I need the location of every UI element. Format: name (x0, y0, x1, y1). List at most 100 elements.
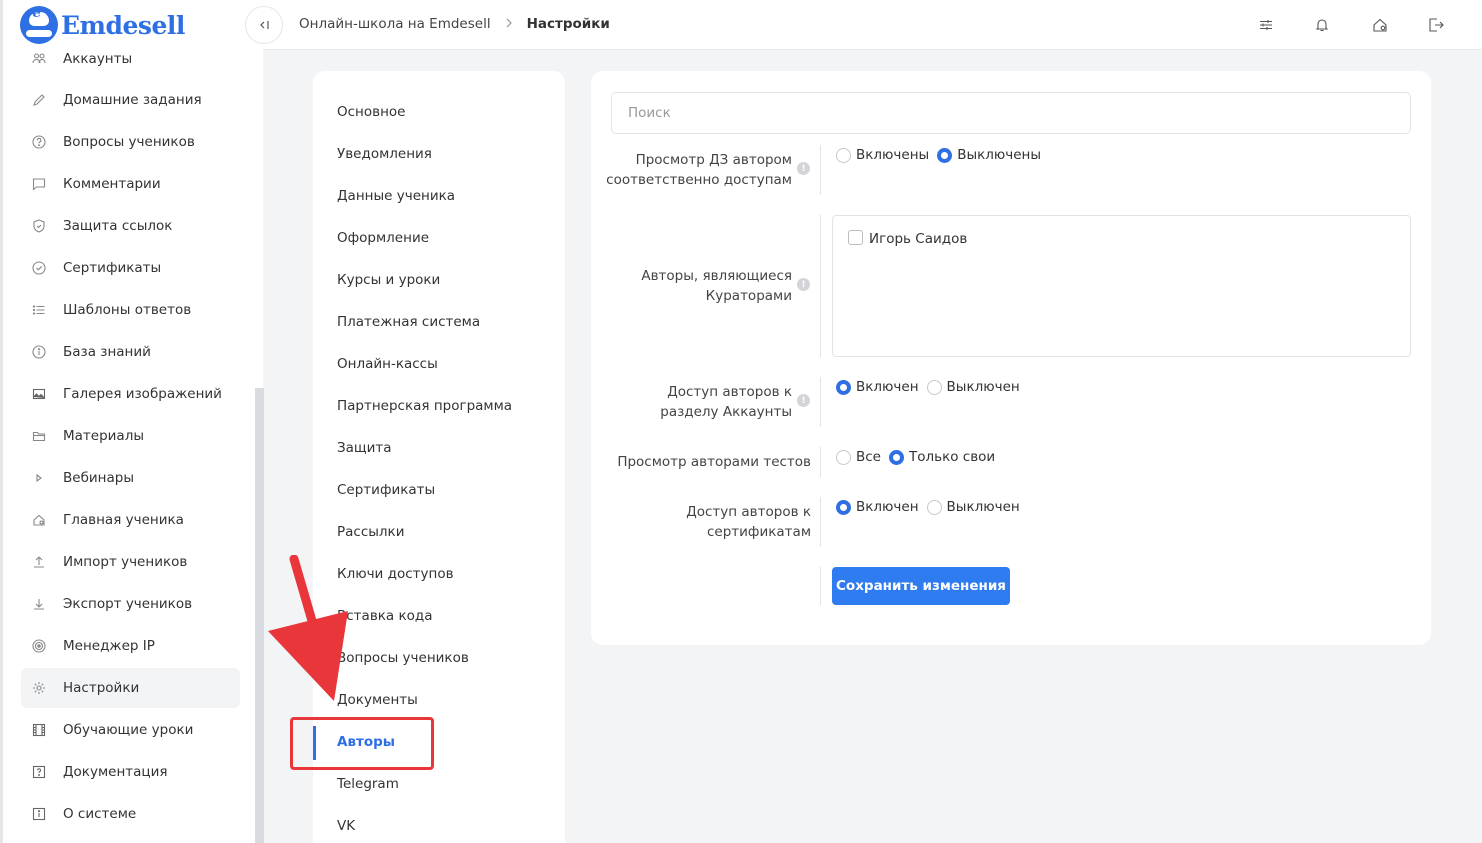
brand-name: Emdesell (61, 10, 185, 40)
image-icon (31, 386, 47, 402)
sidebar-item-tutorials[interactable]: Обучающие уроки (21, 710, 240, 750)
save-button[interactable]: Сохранить изменения (832, 567, 1010, 605)
question-circle-icon (31, 134, 47, 150)
sidebar-item-label: О системе (63, 806, 137, 822)
curators-label-line2: Кураторами (705, 288, 792, 304)
curators-label: Авторы, являющиеся Кураторами (591, 266, 792, 306)
sidebar-item-settings[interactable]: Настройки (21, 668, 240, 708)
sidebar-item-label: Сертификаты (63, 260, 162, 276)
check-circle-icon (31, 260, 47, 276)
accounts-access-on-label[interactable]: Включен (856, 379, 919, 395)
info-box-icon (31, 806, 47, 822)
sliders-icon[interactable] (1255, 14, 1277, 36)
gear-icon (31, 680, 47, 696)
breadcrumb: Онлайн-школа на Emdesell Настройки (299, 16, 610, 32)
sidebar: e Emdesell Аккаунты Домашние задания Воп… (0, 0, 264, 843)
settings-menu-item-mailings[interactable]: Рассылки (313, 512, 565, 552)
list-icon (31, 302, 47, 318)
home-icon (31, 512, 47, 528)
sidebar-item-label: База знаний (63, 344, 151, 360)
accounts-access-label-line2: разделу Аккаунты (660, 404, 792, 420)
hw-view-off-radio[interactable] (937, 147, 953, 163)
breadcrumb-separator (505, 17, 513, 31)
sidebar-item-image-gallery[interactable]: Галерея изображений (21, 374, 240, 414)
home-gear-icon[interactable] (1369, 14, 1391, 36)
author-name[interactable]: Игорь Саидов (869, 231, 967, 247)
hw-view-label: Просмотр ДЗ автором соответственно досту… (591, 150, 792, 190)
play-icon (31, 470, 47, 486)
row-divider (820, 497, 821, 547)
sidebar-item-import-students[interactable]: Импорт учеников (21, 542, 240, 582)
tests-view-all-label[interactable]: Все (856, 449, 881, 465)
settings-menu-item-payment[interactable]: Платежная система (313, 302, 565, 342)
tests-view-all-radio[interactable] (836, 449, 851, 465)
accounts-access-off-label[interactable]: Выключен (947, 379, 1020, 395)
sidebar-item-reply-templates[interactable]: Шаблоны ответов (21, 290, 240, 330)
curators-info-icon[interactable]: ! (797, 278, 810, 291)
shield-icon (31, 218, 47, 234)
sidebar-item-accounts[interactable]: Аккаунты (21, 38, 240, 80)
sidebar-item-knowledge-base[interactable]: База знаний (21, 332, 240, 372)
sidebar-item-documentation[interactable]: Документация (21, 752, 240, 792)
accounts-access-on-radio[interactable] (836, 379, 851, 395)
logout-icon[interactable] (1425, 14, 1447, 36)
hw-view-label-line1: Просмотр ДЗ автором (635, 152, 792, 168)
sidebar-item-link-protection[interactable]: Защита ссылок (21, 206, 240, 246)
settings-menu-item-general[interactable]: Основное (313, 92, 565, 132)
collapse-left-icon (260, 21, 269, 29)
certs-access-label-line1: Доступ авторов к (686, 504, 811, 520)
sidebar-item-homework[interactable]: Домашние задания (21, 80, 240, 120)
comment-icon (31, 176, 47, 192)
bell-icon[interactable] (1311, 14, 1333, 36)
settings-menu-item-affiliate[interactable]: Партнерская программа (313, 386, 565, 426)
search-input[interactable] (611, 92, 1411, 134)
certs-access-on-label[interactable]: Включен (856, 499, 919, 515)
settings-menu-item-protection[interactable]: Защита (313, 428, 565, 468)
settings-menu-item-certificates[interactable]: Сертификаты (313, 470, 565, 510)
breadcrumb-root[interactable]: Онлайн-школа на Emdesell (299, 16, 491, 32)
hw-view-off-label[interactable]: Выключены (957, 147, 1041, 163)
sidebar-item-webinars[interactable]: Вебинары (21, 458, 240, 498)
certs-access-radio-group: Включен Выключен (836, 499, 1028, 515)
sidebar-item-certificates[interactable]: Сертификаты (21, 248, 240, 288)
accounts-access-label-line1: Доступ авторов к (667, 384, 792, 400)
sidebar-item-ip-manager[interactable]: Менеджер IP (21, 626, 240, 666)
sidebar-item-label: Настройки (63, 680, 140, 696)
author-checkbox[interactable] (848, 230, 863, 245)
settings-menu-item-vk[interactable]: VK (313, 806, 565, 843)
hw-view-on-label[interactable]: Включены (856, 147, 929, 163)
help-box-icon (31, 764, 47, 780)
certs-access-label-line2: сертификатам (707, 524, 811, 540)
settings-menu-item-online-cashier[interactable]: Онлайн-кассы (313, 344, 565, 384)
collapse-sidebar-button[interactable] (245, 6, 283, 44)
chevron-right-icon (506, 18, 512, 28)
certs-access-label: Доступ авторов к сертификатам (591, 502, 811, 542)
sidebar-item-comments[interactable]: Комментарии (21, 164, 240, 204)
tests-view-own-label[interactable]: Только свои (909, 449, 995, 465)
sidebar-item-student-home[interactable]: Главная ученика (21, 500, 240, 540)
sidebar-item-label: Экспорт учеников (63, 596, 193, 612)
settings-menu-item-appearance[interactable]: Оформление (313, 218, 565, 258)
certs-access-off-label[interactable]: Выключен (947, 499, 1020, 515)
curators-author-list: Игорь Саидов (832, 215, 1411, 357)
hw-view-info-icon[interactable]: ! (797, 162, 810, 175)
settings-menu-item-courses[interactable]: Курсы и уроки (313, 260, 565, 300)
info-circle-icon (31, 344, 47, 360)
upload-icon (31, 554, 47, 570)
accounts-access-off-radio[interactable] (926, 379, 942, 395)
tests-view-own-radio[interactable] (889, 449, 904, 465)
settings-menu-item-student-data[interactable]: Данные ученика (313, 176, 565, 216)
settings-menu-item-telegram[interactable]: Telegram (313, 764, 565, 804)
sidebar-item-materials[interactable]: Материалы (21, 416, 240, 456)
row-divider (820, 145, 821, 195)
hw-view-on-radio[interactable] (836, 147, 851, 163)
accounts-access-info-icon[interactable]: ! (797, 394, 810, 407)
sidebar-item-about[interactable]: О системе (21, 794, 240, 834)
sidebar-item-student-questions[interactable]: Вопросы учеников (21, 122, 240, 162)
certs-access-off-radio[interactable] (926, 499, 942, 515)
settings-menu-item-notifications[interactable]: Уведомления (313, 134, 565, 174)
row-divider (820, 377, 821, 427)
folder-icon (31, 428, 47, 444)
certs-access-on-radio[interactable] (836, 499, 851, 515)
sidebar-item-export-students[interactable]: Экспорт учеников (21, 584, 240, 624)
